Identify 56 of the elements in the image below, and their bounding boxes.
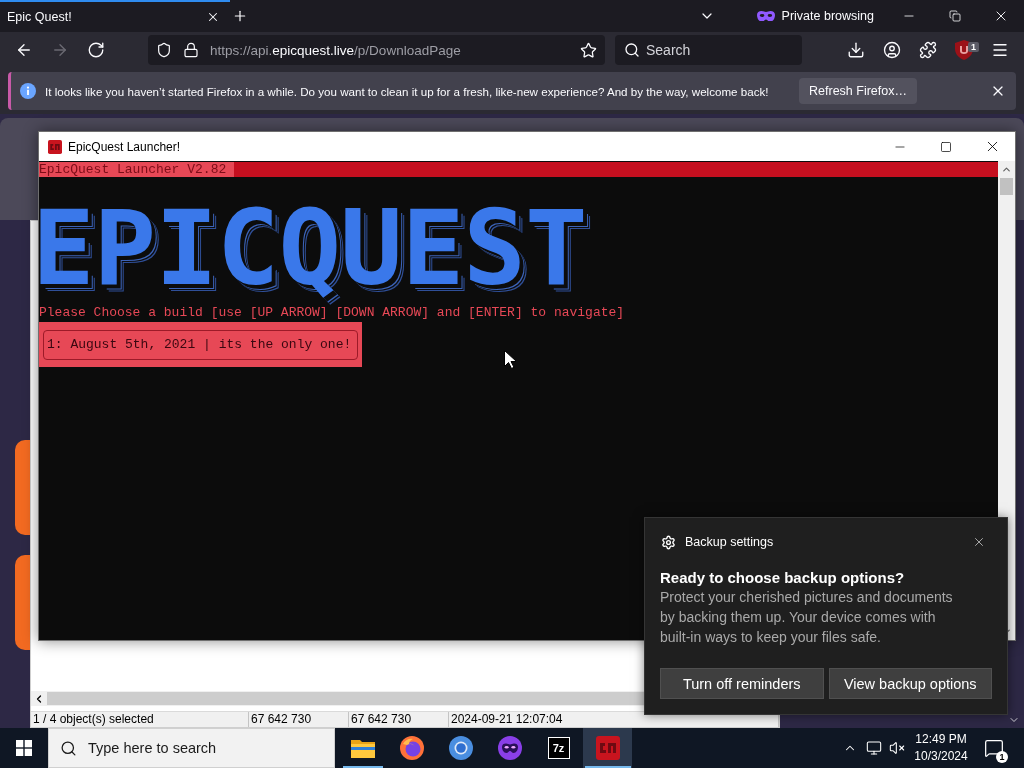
taskbar-button[interactable]: [583, 728, 632, 768]
notification-icon[interactable]: [984, 738, 1004, 758]
mouse-pointer-icon: [504, 350, 516, 369]
menu-icon[interactable]: [991, 41, 1009, 59]
console-prompt: Please Choose a build [use [UP ARROW] [DOWN ARROW] and [ENTER] to navigate]: [39, 305, 625, 321]
search-icon: [60, 739, 77, 757]
shield-icon[interactable]: [156, 42, 172, 58]
folder-icon[interactable]: [350, 738, 375, 758]
ring-logo-icon[interactable]: [448, 736, 473, 760]
app-tile-icon: [48, 139, 62, 154]
flame-circle-icon[interactable]: [399, 736, 424, 760]
close-icon[interactable]: [972, 535, 986, 549]
settings-icon: [661, 534, 676, 550]
private-browsing-label: Private browsing: [781, 9, 874, 23]
maximize-icon[interactable]: [940, 140, 952, 153]
status-cell: 67 642 730: [349, 712, 449, 727]
logo-wordmark: EPICQUEST: [32, 200, 587, 296]
window-title: EpicQuest Launcher!: [68, 139, 181, 154]
plus-icon[interactable]: [232, 8, 248, 24]
toast-body: Protect your cherished pictures and documents by backing them up. Your device comes with built-in ways to keep your files safe.: [660, 588, 954, 647]
download-icon[interactable]: [847, 41, 865, 59]
toast-action-button[interactable]: Turn off reminders: [660, 668, 824, 699]
clock-date: 10/3/2024: [914, 748, 968, 765]
extension-badge: 1: [968, 42, 979, 52]
mask-icon[interactable]: [497, 736, 522, 760]
puzzle-icon[interactable]: [919, 41, 937, 59]
notification-badge: 1: [996, 751, 1008, 763]
scrollbar-thumb[interactable]: [1000, 178, 1013, 195]
info-icon: [20, 83, 36, 99]
status-cell: 1 / 4 object(s) selected: [31, 712, 249, 727]
reload-icon[interactable]: [87, 41, 105, 59]
notice-message: It looks like you haven’t started Firefox in a while. Do you want to clean it up for a fresh, like-new experience? And by the way, welcome back!: [45, 84, 769, 98]
star-icon[interactable]: [580, 41, 597, 59]
toast-title: Ready to choose backup options?: [660, 568, 905, 587]
search-field[interactable]: Search: [615, 35, 802, 65]
address-bar[interactable]: https://api.epicquest.live/p/DownloadPage: [148, 35, 605, 65]
restore-icon[interactable]: [949, 10, 961, 22]
search-icon: [624, 42, 640, 58]
volume-muted-icon[interactable]: [889, 740, 905, 756]
clock-time: 12:49 PM: [915, 731, 967, 748]
taskbar-search-field[interactable]: Type here to search: [48, 728, 335, 768]
close-icon[interactable]: [206, 10, 220, 24]
console-header-text: EpicQuest Launcher V2.82: [39, 162, 235, 177]
account-icon[interactable]: [883, 41, 901, 59]
app-logo-tile[interactable]: 7z: [547, 737, 570, 759]
app-tile-icon[interactable]: [595, 736, 620, 760]
url-text: https://api.epicquest.live/p/DownloadPage: [210, 42, 462, 58]
windows-logo-icon[interactable]: [16, 740, 32, 756]
build-option[interactable]: 1: August 5th, 2021 | its the only one!: [43, 330, 359, 360]
toast-source: Backup settings: [685, 535, 774, 549]
notice-action-button[interactable]: Refresh Firefox…: [799, 78, 917, 104]
toast-action-button[interactable]: View backup options: [828, 668, 992, 699]
monitor-icon[interactable]: [865, 740, 882, 756]
status-cell: 67 642 730: [249, 712, 349, 727]
lock-icon[interactable]: [183, 42, 199, 58]
mask-icon: [756, 10, 775, 22]
